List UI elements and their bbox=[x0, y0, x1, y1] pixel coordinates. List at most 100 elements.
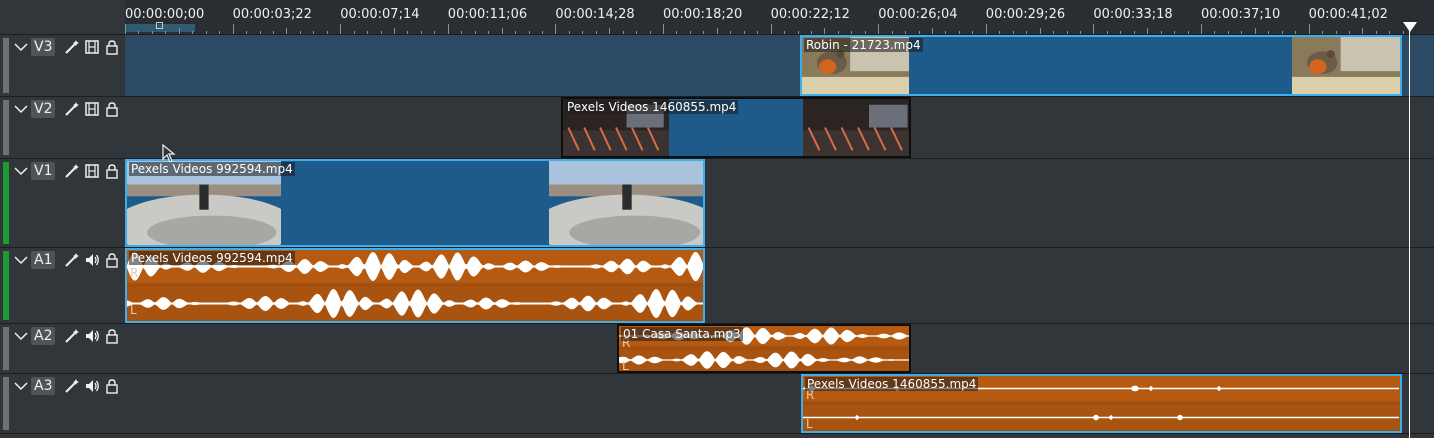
playhead-marker[interactable] bbox=[1403, 22, 1417, 32]
clip-thumbnail bbox=[533, 161, 703, 245]
lock-icon[interactable] bbox=[103, 327, 121, 345]
ruler-tick bbox=[178, 28, 180, 34]
track-lane-a3[interactable]: Pexels Videos 1460855.mp4 R L bbox=[125, 374, 1434, 434]
track-name[interactable]: V2 bbox=[31, 100, 56, 118]
speaker-icon[interactable] bbox=[83, 327, 101, 345]
ruler-tick bbox=[985, 24, 987, 34]
track-controls: A1 bbox=[13, 251, 121, 269]
track-lane-v1[interactable]: Pexels Videos 992594.mp4 bbox=[125, 159, 1434, 248]
magic-wand-icon[interactable] bbox=[63, 38, 81, 56]
ruler-tick bbox=[1254, 28, 1256, 34]
track-controls: V1 bbox=[13, 162, 121, 180]
ruler-tick bbox=[488, 31, 490, 34]
ruler-tick bbox=[703, 31, 705, 34]
track-header-v3[interactable]: V3 bbox=[0, 35, 125, 97]
audio-clip[interactable]: Pexels Videos 1460855.mp4 R L bbox=[801, 374, 1402, 433]
audio-clip[interactable]: 01 Casa Santa.mp3 R L bbox=[617, 324, 911, 373]
ruler-tick bbox=[326, 31, 328, 34]
time-ruler[interactable]: 00:00:00;00 00:00:03;22 00:00:07;14 00:00:1… bbox=[125, 0, 1434, 35]
track-header-a3[interactable]: A3 bbox=[0, 374, 125, 434]
track-name[interactable]: A3 bbox=[31, 377, 56, 395]
track-name[interactable]: A2 bbox=[31, 327, 56, 345]
channel-label: L bbox=[130, 302, 137, 317]
ruler-tick bbox=[232, 24, 234, 34]
track-lane-a1[interactable]: Pexels Videos 992594.mp4 R L bbox=[125, 248, 1434, 324]
audio-channel-l bbox=[803, 405, 1400, 430]
ruler-tick bbox=[205, 31, 207, 34]
chevron-down-icon[interactable] bbox=[13, 252, 29, 268]
ruler-label: 00:00:03;22 bbox=[232, 7, 312, 22]
magic-wand-icon[interactable] bbox=[63, 327, 81, 345]
ruler-corner bbox=[0, 0, 125, 35]
ruler-tick bbox=[1241, 31, 1243, 34]
film-icon[interactable] bbox=[83, 162, 101, 180]
lock-icon[interactable] bbox=[103, 100, 121, 118]
chevron-down-icon[interactable] bbox=[13, 39, 29, 55]
ruler-tick bbox=[515, 31, 517, 34]
ruler-tick bbox=[864, 31, 866, 34]
video-clip[interactable]: Robin - 21723.mp4 bbox=[800, 35, 1402, 96]
ruler-tick bbox=[716, 28, 718, 34]
track-header-v2[interactable]: V2 bbox=[0, 97, 125, 159]
ruler-tick bbox=[568, 31, 570, 34]
ruler-tick bbox=[501, 28, 503, 34]
lock-icon[interactable] bbox=[103, 38, 121, 56]
ruler-label: 00:00:11;06 bbox=[447, 7, 528, 22]
ruler-label: 00:00:22;12 bbox=[770, 7, 850, 22]
playhead-line[interactable] bbox=[1409, 26, 1410, 438]
clip-label: Pexels Videos 992594.mp4 bbox=[129, 251, 295, 265]
ruler-tick bbox=[905, 31, 907, 34]
ruler-tick bbox=[891, 31, 893, 34]
track-status-strip bbox=[3, 377, 9, 430]
track-header-v1[interactable]: V1 bbox=[0, 159, 125, 248]
ruler-tick bbox=[676, 31, 678, 34]
mouse-cursor bbox=[162, 144, 176, 163]
ruler-tick bbox=[1201, 24, 1202, 34]
ruler-tick bbox=[1106, 31, 1108, 34]
chevron-down-icon[interactable] bbox=[13, 378, 29, 394]
film-icon[interactable] bbox=[83, 100, 101, 118]
film-icon[interactable] bbox=[83, 38, 101, 56]
chevron-down-icon[interactable] bbox=[13, 328, 29, 344]
magic-wand-icon[interactable] bbox=[63, 377, 81, 395]
track-header-a2[interactable]: A2 bbox=[0, 324, 125, 374]
track-controls: V2 bbox=[13, 100, 121, 118]
track-name[interactable]: V3 bbox=[31, 38, 56, 56]
ruler-tick bbox=[609, 28, 611, 34]
chevron-down-icon[interactable] bbox=[13, 163, 29, 179]
ruler-tick bbox=[797, 31, 799, 34]
ruler-tick bbox=[313, 31, 315, 34]
ruler-label: 00:00:26;04 bbox=[878, 7, 958, 22]
track-name[interactable]: A1 bbox=[31, 251, 56, 269]
speaker-icon[interactable] bbox=[83, 377, 101, 395]
lock-icon[interactable] bbox=[103, 162, 121, 180]
ruler-tick bbox=[1079, 31, 1081, 34]
lock-icon[interactable] bbox=[103, 377, 121, 395]
ruler-tick bbox=[1322, 31, 1324, 34]
track-status-strip bbox=[3, 162, 9, 244]
ruler-tick bbox=[1160, 31, 1162, 34]
track-controls: V3 bbox=[13, 38, 121, 56]
chevron-down-icon[interactable] bbox=[13, 101, 29, 117]
ruler-tick bbox=[1012, 31, 1014, 34]
audio-clip[interactable]: Pexels Videos 992594.mp4 R L bbox=[125, 248, 705, 323]
magic-wand-icon[interactable] bbox=[63, 100, 81, 118]
track-name[interactable]: V1 bbox=[31, 162, 56, 180]
lock-icon[interactable] bbox=[103, 251, 121, 269]
track-lane-v3[interactable]: Robin - 21723.mp4 bbox=[125, 35, 1434, 97]
magic-wand-icon[interactable] bbox=[63, 251, 81, 269]
speaker-icon[interactable] bbox=[83, 251, 101, 269]
video-clip[interactable]: Pexels Videos 1460855.mp4 bbox=[561, 97, 911, 158]
ruler-tick bbox=[447, 24, 449, 34]
track-header-a1[interactable]: A1 bbox=[0, 248, 125, 324]
video-clip[interactable]: Pexels Videos 992594.mp4 bbox=[125, 159, 705, 247]
zone-handle[interactable] bbox=[156, 22, 163, 29]
track-lane-v2[interactable]: Pexels Videos 1460855.mp4 bbox=[125, 97, 1434, 159]
clip-label: Pexels Videos 1460855.mp4 bbox=[805, 377, 979, 391]
channel-label: R bbox=[130, 265, 139, 280]
track-lane-a2[interactable]: 01 Casa Santa.mp3 R L bbox=[125, 324, 1434, 374]
magic-wand-icon[interactable] bbox=[63, 162, 81, 180]
ruler-tick bbox=[555, 24, 557, 34]
ruler-tick bbox=[272, 31, 274, 34]
ruler-label: 00:00:37;10 bbox=[1201, 7, 1281, 22]
